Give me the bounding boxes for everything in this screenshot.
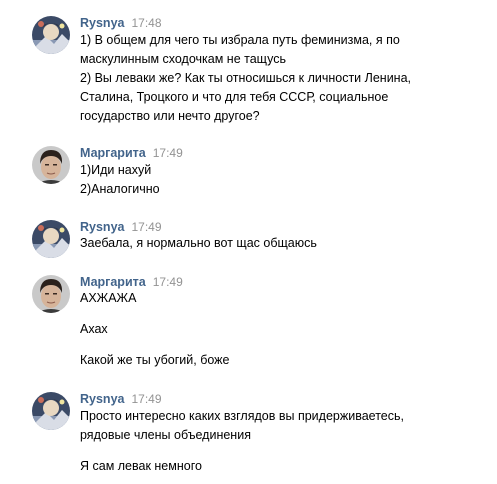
message-text: Какой же ты убогий, боже xyxy=(80,353,230,367)
message-text: 2)Аналогично xyxy=(80,182,160,196)
message-text: Заебала, я нормально вот щас общаюсь xyxy=(80,236,317,250)
message-time[interactable]: 17:49 xyxy=(131,220,161,234)
message-text: Ахах xyxy=(80,322,108,336)
message-text: рядовые члены объединения xyxy=(80,428,251,442)
message-header: Rysnya 17:48 xyxy=(80,16,162,30)
message-time[interactable]: 17:49 xyxy=(153,275,183,289)
message-header: Rysnya 17:49 xyxy=(80,392,162,406)
message-text: Просто интересно каких взглядов вы приде… xyxy=(80,409,404,423)
message-time[interactable]: 17:49 xyxy=(131,392,161,406)
message-text: государство или нечто другое? xyxy=(80,109,260,123)
message-text: Сталина, Троцкого и что для тебя СССР, с… xyxy=(80,90,389,104)
author-name[interactable]: Маргарита xyxy=(80,275,146,289)
author-name[interactable]: Rysnya xyxy=(80,220,124,234)
author-name[interactable]: Rysnya xyxy=(80,16,124,30)
margarita-avatar[interactable] xyxy=(32,146,70,184)
rysnya-avatar[interactable] xyxy=(32,392,70,430)
message-time[interactable]: 17:48 xyxy=(131,16,161,30)
rysnya-avatar[interactable] xyxy=(32,220,70,258)
message-history: Rysnya 17:48 1) В общем для чего ты избра… xyxy=(0,0,497,484)
message-text: 2) Вы леваки же? Как ты относишься к лич… xyxy=(80,71,412,85)
message-header: Маргарита 17:49 xyxy=(80,275,183,289)
message-header: Маргарита 17:49 xyxy=(80,146,183,160)
message-text: АХЖАЖА xyxy=(80,291,137,305)
message-text: маскулинным сходочкам не тащусь xyxy=(80,52,286,66)
margarita-avatar[interactable] xyxy=(32,275,70,313)
rysnya-avatar[interactable] xyxy=(32,16,70,54)
message-text: 1) В общем для чего ты избрала путь феми… xyxy=(80,33,400,47)
message-text: Я сам левак немного xyxy=(80,459,202,473)
message-text: 1)Иди нахуй xyxy=(80,163,152,177)
author-name[interactable]: Rysnya xyxy=(80,392,124,406)
message-time[interactable]: 17:49 xyxy=(153,146,183,160)
message-header: Rysnya 17:49 xyxy=(80,220,162,234)
author-name[interactable]: Маргарита xyxy=(80,146,146,160)
